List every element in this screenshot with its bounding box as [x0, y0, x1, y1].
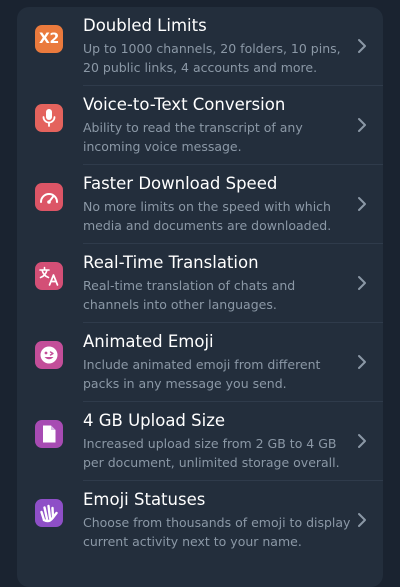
speedometer-icon: [35, 183, 63, 211]
chevron-right-icon: [358, 118, 366, 132]
feature-description: Up to 1000 channels, 20 folders, 10 pins…: [83, 41, 341, 75]
feature-title: Faster Download Speed: [83, 174, 278, 193]
feature-title: Emoji Statuses: [83, 490, 206, 509]
chevron-right-icon: [358, 197, 366, 211]
feature-description: Include animated emoji from different pa…: [83, 357, 321, 391]
chevron-right-icon: [358, 513, 366, 527]
document-icon: [35, 420, 63, 448]
feature-description: Increased upload size from 2 GB to 4 GB …: [83, 436, 340, 470]
feature-row-emoji-statuses[interactable]: Emoji Statuses Choose from thousands of …: [17, 481, 383, 560]
feature-description: Ability to read the transcript of any in…: [83, 120, 303, 154]
feature-description: No more limits on the speed with which m…: [83, 199, 332, 233]
chevron-right-icon: [358, 434, 366, 448]
feature-row-translation[interactable]: Real-Time Translation Real-time translat…: [17, 244, 383, 323]
feature-row-animated-emoji[interactable]: Animated Emoji Include animated emoji fr…: [17, 323, 383, 402]
chevron-right-icon: [358, 355, 366, 369]
feature-row-doubled-limits[interactable]: X2 Doubled Limits Up to 1000 channels, 2…: [17, 7, 383, 86]
chevron-right-icon: [358, 276, 366, 290]
x2-icon-label: X2: [39, 31, 59, 47]
chevron-right-icon: [358, 39, 366, 53]
feature-title: Doubled Limits: [83, 16, 207, 35]
feature-title: Animated Emoji: [83, 332, 214, 351]
feature-row-faster-download[interactable]: Faster Download Speed No more limits on …: [17, 165, 383, 244]
waving-hand-icon: [35, 499, 63, 527]
feature-row-upload-size[interactable]: 4 GB Upload Size Increased upload size f…: [17, 402, 383, 481]
feature-title: 4 GB Upload Size: [83, 411, 226, 430]
x2-icon: X2: [35, 25, 63, 53]
feature-description: Choose from thousands of emoji to displa…: [83, 515, 351, 549]
feature-description: Real-time translation of chats and chann…: [83, 278, 296, 312]
translate-icon: [35, 262, 63, 290]
feature-title: Real-Time Translation: [83, 253, 259, 272]
emoji-icon: [35, 341, 63, 369]
microphone-icon: [35, 104, 63, 132]
feature-row-voice-to-text[interactable]: Voice-to-Text Conversion Ability to read…: [17, 86, 383, 165]
premium-features-list: X2 Doubled Limits Up to 1000 channels, 2…: [17, 7, 383, 587]
feature-title: Voice-to-Text Conversion: [83, 95, 286, 114]
